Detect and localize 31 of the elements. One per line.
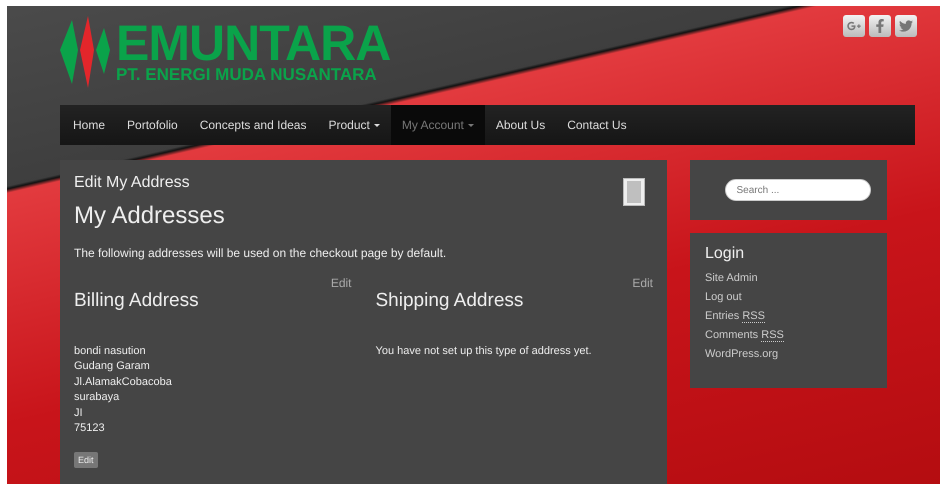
sidebar-link[interactable]: Site Admin [705,269,872,288]
intro-text: The following addresses will be used on the checkout page by default. [74,246,448,260]
nav-item[interactable]: My Account [390,105,485,145]
sidebar-link[interactable]: WordPress.org [705,345,872,364]
nav-item[interactable]: Contact Us [556,105,638,145]
page-title: Edit My Address [74,174,191,192]
twitter-icon[interactable] [895,15,917,37]
search-field[interactable]: Search ... [724,179,870,201]
logo-icon [60,14,110,90]
page-heading: My Addresses [74,202,226,230]
sidebar-link[interactable]: Log out [705,288,872,307]
nav-item[interactable]: About Us [484,105,556,145]
nav-item[interactable]: Portofolio [116,105,189,145]
nav-item[interactable]: Home [62,105,116,145]
document-icon[interactable] [623,178,645,206]
sidebar-link[interactable]: Entries RSS [705,307,872,326]
address-heading: Shipping Address [376,290,524,312]
nav-item[interactable]: Product [317,105,391,145]
address-text: bondi nasution Gudang Garam Jl.AlamakCobacoba surabaya JI 75123 [74,344,173,436]
edit-button[interactable]: Edit [74,452,98,468]
address-text: You have not set up this type of address yet. [376,344,593,359]
sidebar-link[interactable]: Comments RSS [705,326,872,345]
logo-name: EMUNTARA [116,20,390,66]
logo-tagline: PT. ENERGI MUDA NUSANTARA [116,66,378,84]
nav-item[interactable]: Concepts and Ideas [188,105,318,145]
facebook-icon[interactable] [869,15,891,37]
edit-link[interactable]: Edit [632,276,653,290]
google-plus-icon[interactable] [843,15,865,37]
edit-link[interactable]: Edit [330,276,352,290]
address-heading: Billing Address [74,290,200,312]
login-title: Login [705,245,746,263]
